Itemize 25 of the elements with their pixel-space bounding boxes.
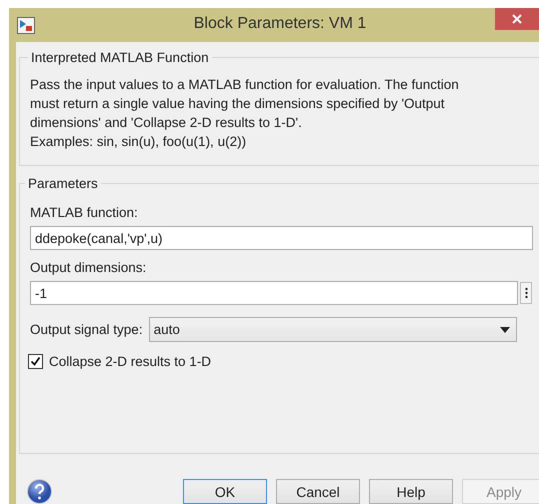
dialog-button[interactable]: Cancel — [276, 479, 360, 504]
checkbox-label: Collapse 2-D results to 1-D — [49, 354, 212, 369]
dialog-button[interactable]: OK — [183, 479, 267, 504]
more-options-button[interactable] — [520, 282, 532, 304]
app-icon — [17, 16, 35, 34]
description-text: must return a single value having the dimensions specified by 'Output — [30, 95, 446, 113]
description-text: Examples: sin, sin(u), foo(u(1), u(2)) — [30, 133, 248, 151]
field-label: MATLAB function: — [30, 205, 139, 220]
more-icon — [524, 287, 528, 299]
field-label: Output dimensions: — [30, 260, 148, 275]
description-text: dimensions' and 'Collapse 2-D results to 1-D'. — [30, 114, 303, 132]
group-title: Parameters — [27, 176, 99, 191]
description-text: Pass the input values to a MATLAB function for evaluation. The function — [30, 76, 460, 94]
help-icon[interactable] — [27, 479, 52, 504]
checkbox[interactable] — [28, 354, 43, 369]
close-button[interactable] — [495, 8, 539, 30]
field-label: Output signal type: — [30, 322, 143, 337]
window-title: Block Parameters: VM 1 — [194, 15, 366, 33]
signal-type-dropdown[interactable]: auto — [148, 317, 517, 342]
dialog-button[interactable]: Help — [369, 479, 453, 504]
input-field[interactable]: -1 — [30, 281, 518, 305]
input-field[interactable]: ddepoke(canal,'vp',u) — [30, 226, 533, 250]
close-icon — [512, 14, 522, 24]
group-title: Interpreted MATLAB Function — [30, 50, 210, 65]
dropdown-caret-icon — [500, 326, 510, 332]
